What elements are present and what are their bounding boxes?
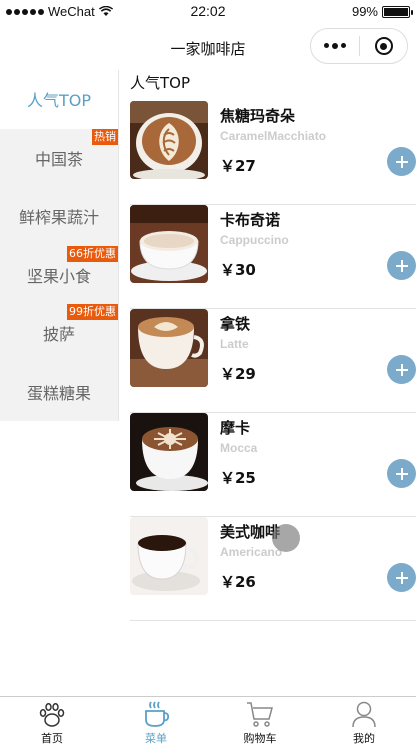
add-to-cart-button[interactable] — [387, 251, 416, 280]
product-english-name: CaramelMacchiato — [220, 129, 327, 143]
coffee-cup-icon — [145, 701, 170, 727]
product-english-name: Cappuccino — [220, 233, 289, 247]
add-to-cart-button[interactable] — [387, 563, 416, 592]
product-price: ￥29 — [220, 365, 256, 383]
latte-cup-image — [130, 309, 208, 387]
more-menu-icon[interactable] — [311, 43, 359, 49]
product-price: ￥26 — [220, 573, 256, 591]
product-name: 美式咖啡 — [220, 523, 281, 541]
plus-icon — [395, 363, 408, 376]
product-item[interactable]: 卡布奇诺 Cappuccino ￥30 — [130, 205, 416, 309]
product-english-name: Mocca — [220, 441, 258, 455]
product-price: ￥30 — [220, 261, 256, 279]
category-fresh-juice[interactable]: 鲜榨果蔬汁 — [0, 187, 118, 246]
hot-sale-badge: 热销 — [92, 128, 118, 145]
touch-indicator — [272, 524, 300, 552]
category-sidebar: 人气TOP 中国茶 热销 鲜榨果蔬汁 坚果小食 66折优惠 披萨 99折优惠 蛋… — [0, 70, 119, 421]
tab-label: 首页 — [41, 732, 63, 745]
battery-percent: 99% — [351, 4, 378, 19]
battery-status: 99% — [351, 4, 413, 19]
mini-program-capsule — [310, 28, 408, 64]
category-cake-candy[interactable]: 蛋糕糖果 — [0, 362, 118, 421]
battery-icon — [382, 5, 413, 18]
product-item[interactable]: 拿铁 Latte ￥29 — [130, 309, 416, 413]
discount-badge: 99折优惠 — [67, 304, 118, 320]
tab-label: 菜单 — [145, 732, 167, 745]
tab-label: 我的 — [353, 732, 375, 745]
latte-art-cup-image — [130, 101, 208, 179]
nav-bar: 一家咖啡店 — [0, 24, 416, 70]
category-pizza[interactable]: 披萨 99折优惠 — [0, 304, 118, 363]
category-nut-snacks[interactable]: 坚果小食 66折优惠 — [0, 245, 118, 304]
bottom-tab-bar: 首页 菜单 购物车 我的 — [0, 696, 416, 748]
product-price: ￥27 — [220, 157, 256, 175]
tab-home[interactable]: 首页 — [0, 697, 104, 748]
plus-icon — [395, 467, 408, 480]
tab-cart[interactable]: 购物车 — [208, 697, 312, 748]
cappuccino-cup-image — [130, 205, 208, 283]
product-list: 人气TOP 焦糖玛奇朵 CaramelMacchiato ￥27 卡布奇诺 Ca… — [119, 70, 416, 696]
close-mini-program-button[interactable] — [360, 37, 407, 55]
product-name: 焦糖玛奇朵 — [220, 107, 296, 125]
tab-profile[interactable]: 我的 — [312, 697, 416, 748]
category-label: 中国茶 — [34, 149, 83, 169]
product-price: ￥25 — [220, 469, 256, 487]
category-label: 鲜榨果蔬汁 — [18, 208, 99, 228]
plus-icon — [395, 259, 408, 272]
product-name: 摩卡 — [220, 419, 251, 437]
section-title: 人气TOP — [130, 74, 191, 92]
add-to-cart-button[interactable] — [387, 355, 416, 384]
tab-menu[interactable]: 菜单 — [104, 697, 208, 748]
discount-badge: 66折优惠 — [67, 245, 118, 262]
product-name: 卡布奇诺 — [220, 211, 281, 229]
plus-icon — [395, 571, 408, 584]
category-popular-top[interactable]: 人气TOP — [0, 70, 118, 129]
category-label: 蛋糕糖果 — [26, 383, 91, 403]
paw-icon — [39, 703, 65, 727]
cart-icon — [247, 702, 273, 727]
tab-label: 购物车 — [243, 732, 277, 745]
product-item[interactable]: 焦糖玛奇朵 CaramelMacchiato ￥27 — [130, 101, 416, 205]
category-label: 人气TOP — [26, 91, 92, 111]
person-icon — [352, 701, 376, 728]
product-item[interactable]: 摩卡 Mocca ￥25 — [130, 413, 416, 517]
category-label: 披萨 — [42, 325, 75, 345]
product-english-name: Latte — [220, 337, 249, 351]
mocha-cup-image — [130, 413, 208, 491]
close-circle-icon — [374, 37, 393, 55]
americano-cup-image — [130, 517, 208, 595]
category-label: 坚果小食 — [26, 266, 91, 286]
product-english-name: Americano — [220, 545, 283, 559]
category-chinese-tea[interactable]: 中国茶 热销 — [0, 128, 118, 187]
plus-icon — [395, 155, 408, 168]
add-to-cart-button[interactable] — [387, 459, 416, 488]
product-name: 拿铁 — [220, 315, 251, 333]
add-to-cart-button[interactable] — [387, 147, 416, 176]
status-bar: WeChat 22:02 99% — [0, 0, 416, 24]
